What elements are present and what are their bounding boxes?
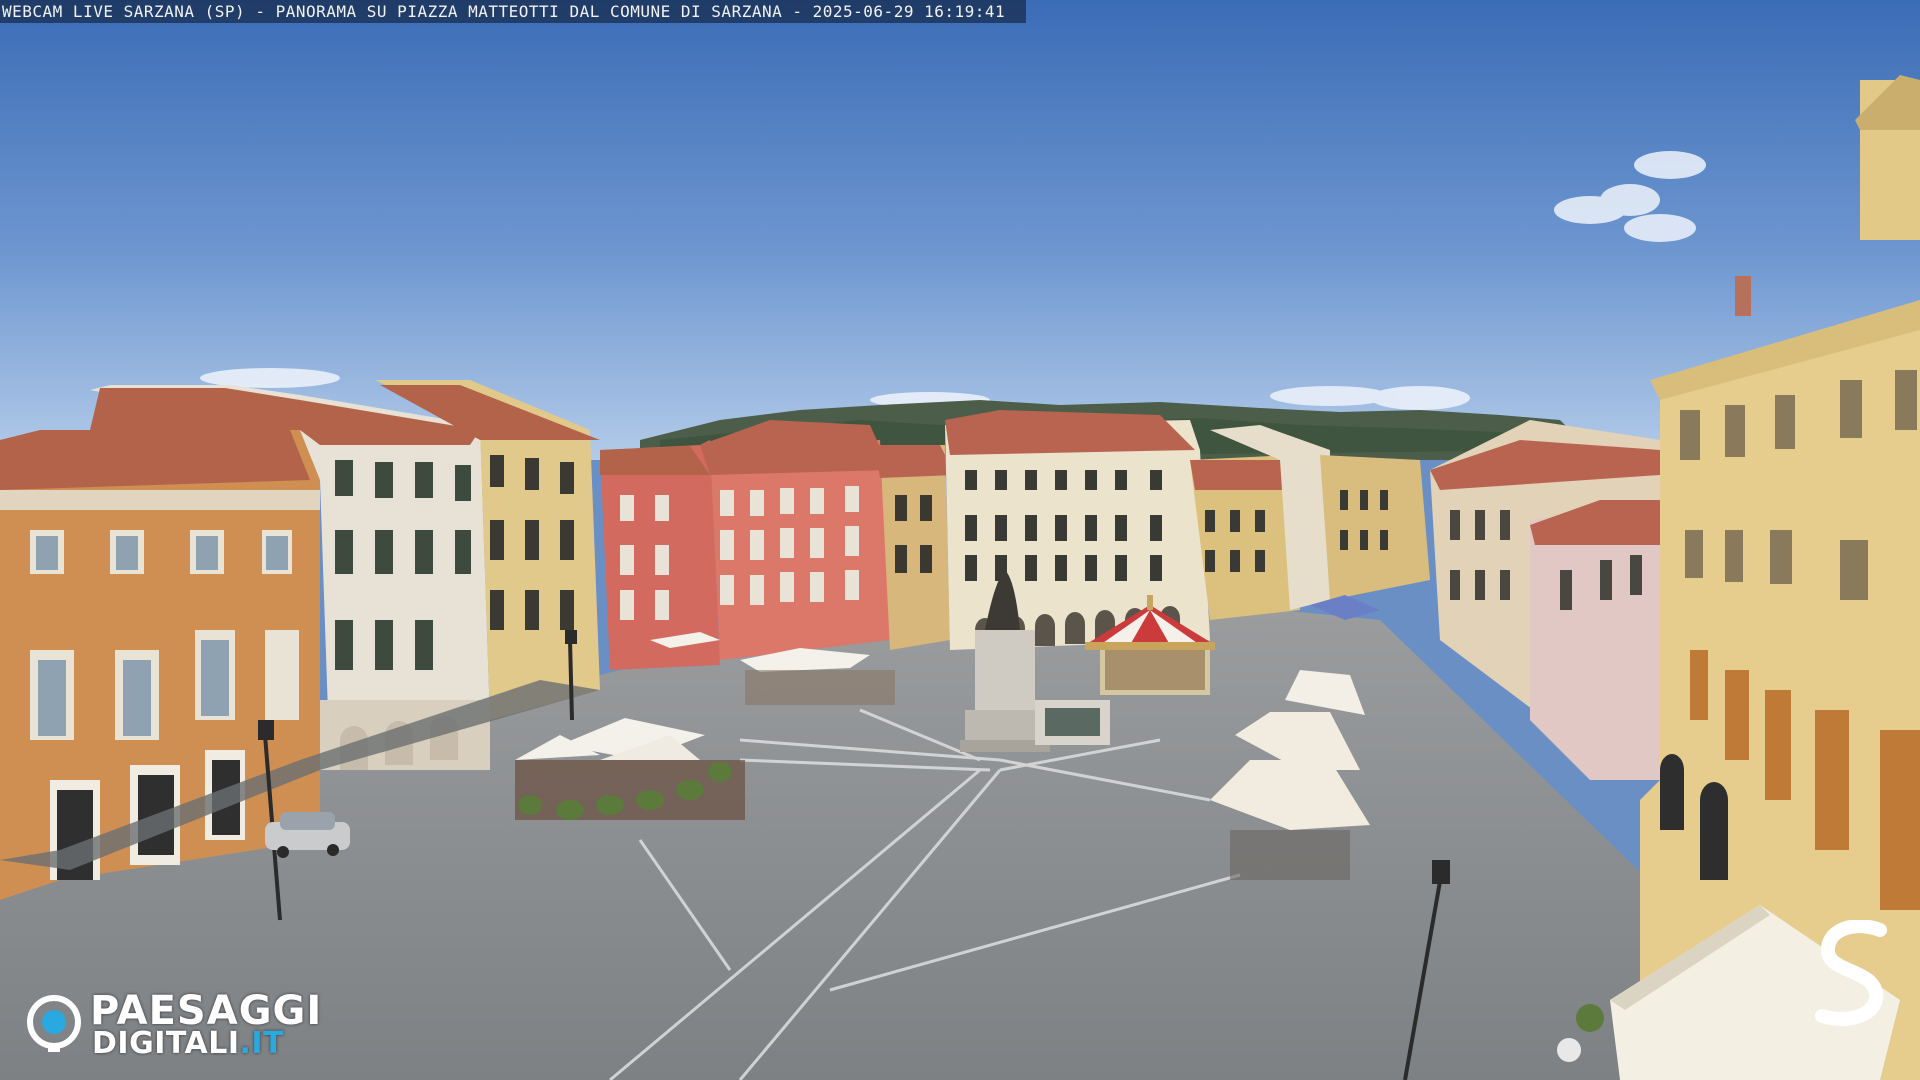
s-letter-logo-icon: [1815, 920, 1887, 1026]
logo-text-main: DIGITALI: [92, 1026, 240, 1061]
building-central: [945, 410, 1210, 650]
logo-text-line2: DIGITALI.IT: [92, 1028, 284, 1060]
camera-eye-icon: [27, 995, 81, 1052]
building-red: [600, 420, 890, 670]
webcam-caption-bar: WEBCAM LIVE SARZANA (SP) - PANORAMA SU P…: [0, 0, 1026, 23]
webcam-caption: WEBCAM LIVE SARZANA (SP) - PANORAMA SU P…: [2, 2, 1006, 21]
webcam-scene: [0, 0, 1920, 1080]
paesaggi-digitali-logo: PAESAGGI DIGITALI.IT: [26, 990, 346, 1060]
logo-text-tld: .IT: [239, 1026, 285, 1061]
